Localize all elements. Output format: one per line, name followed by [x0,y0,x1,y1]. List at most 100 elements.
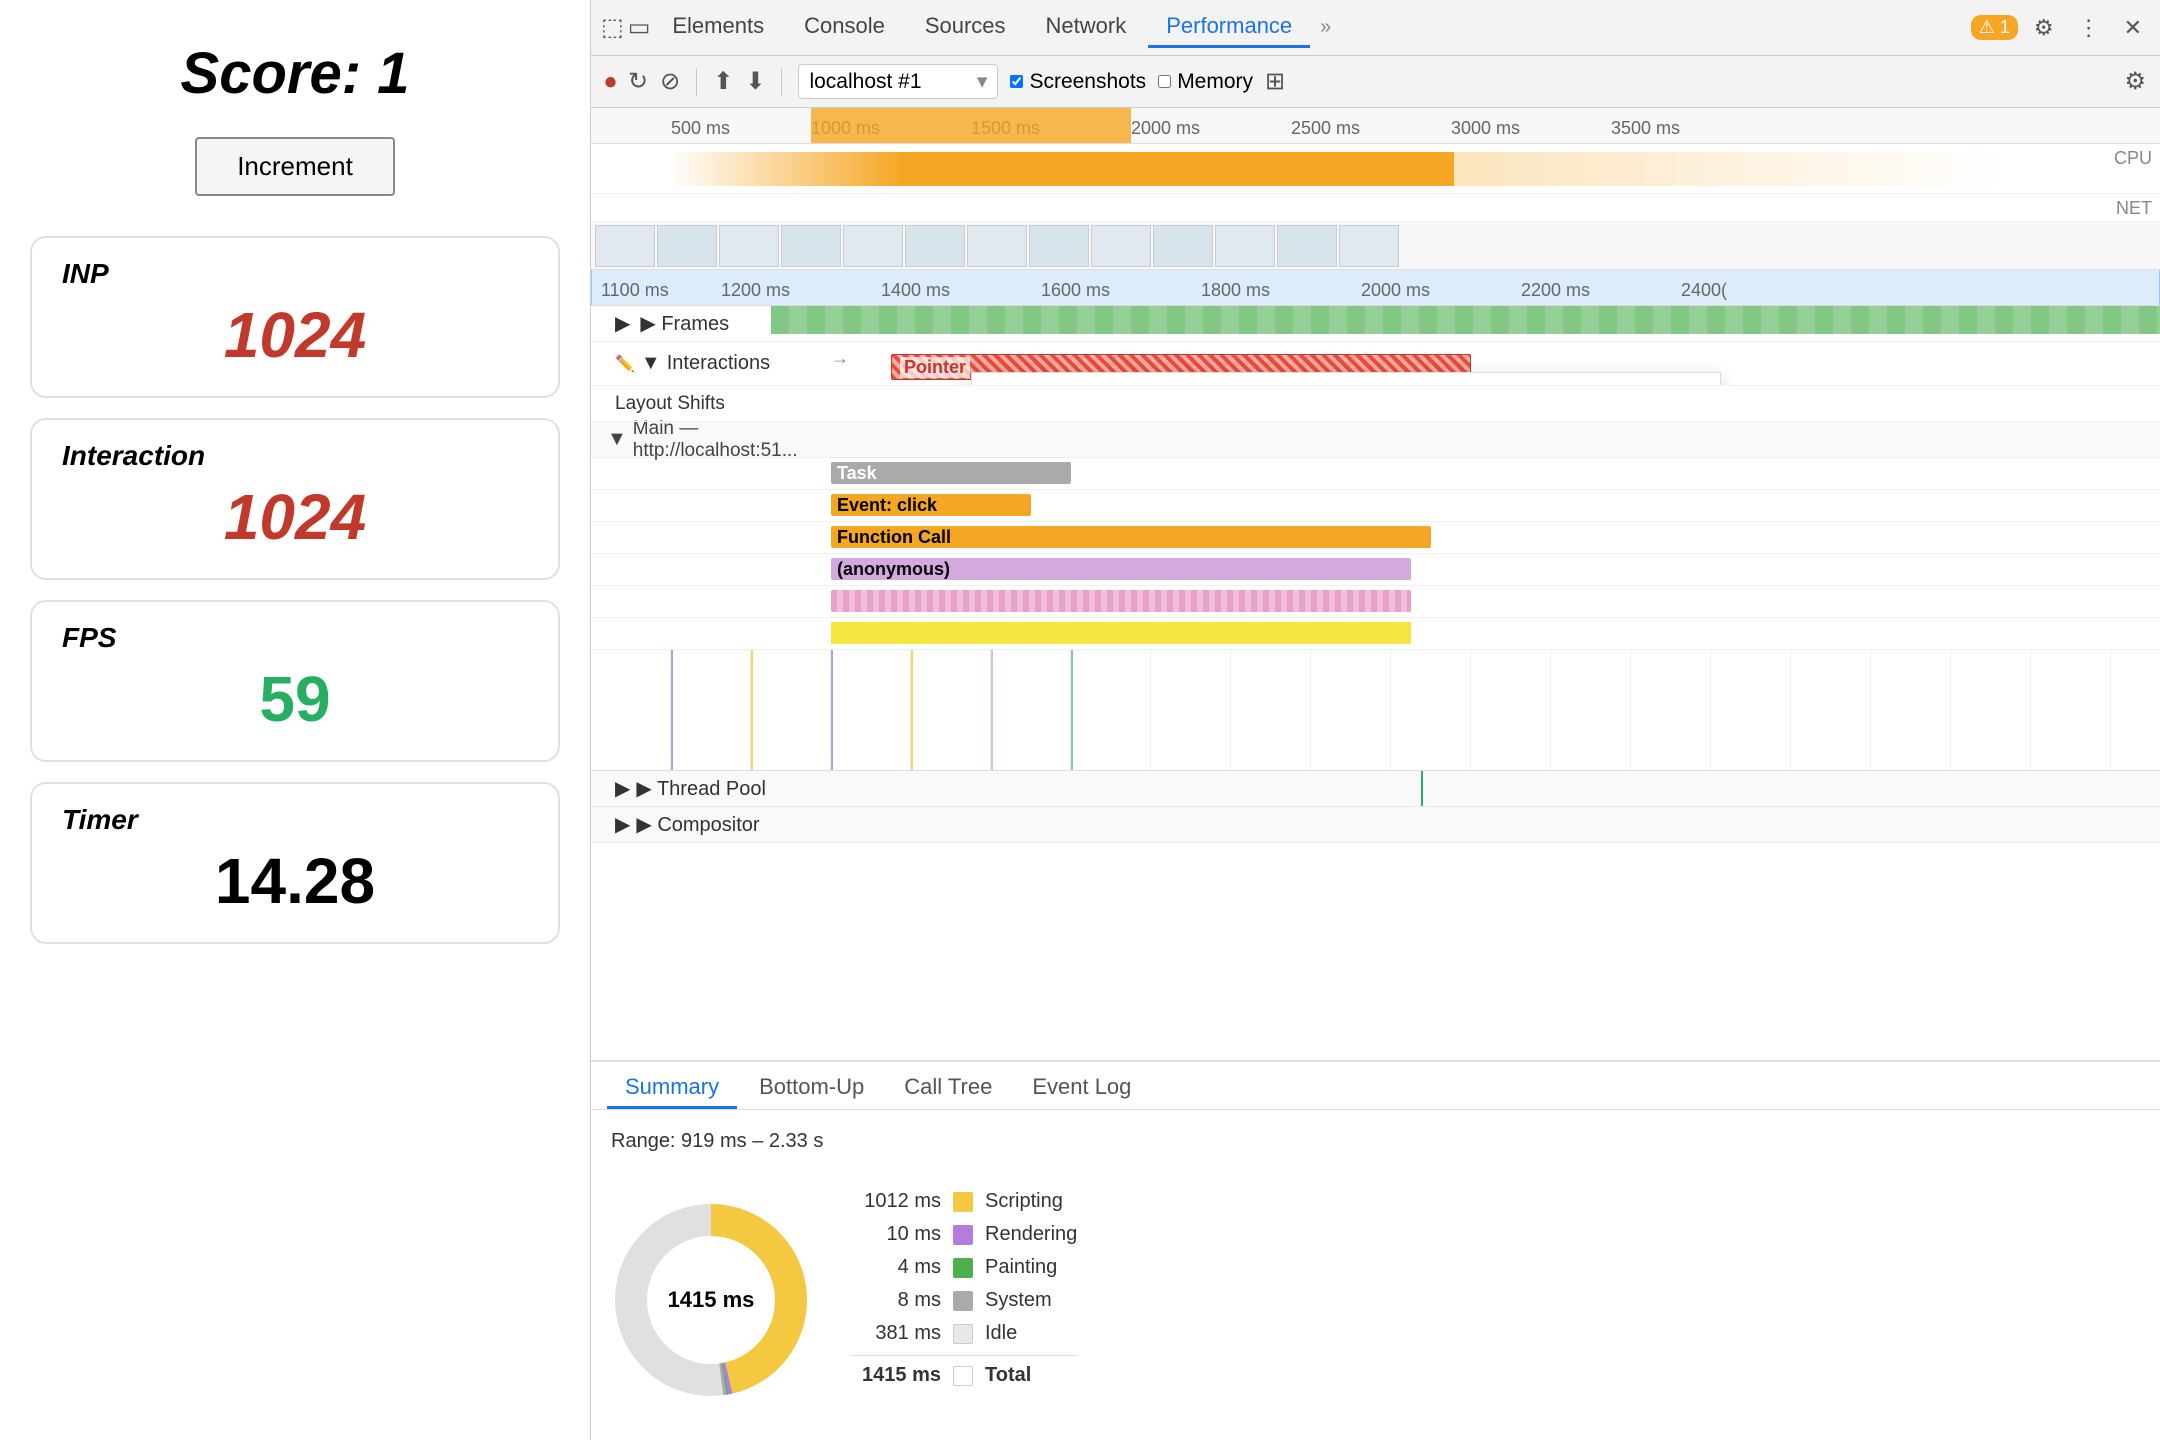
interactions-text: Interactions [667,352,770,375]
tab-elements[interactable]: Elements [654,7,782,48]
event-click-bar-label: Event: click [837,495,937,516]
summary-tabbar: Summary Bottom-Up Call Tree Event Log [591,1062,2160,1110]
separator1 [696,68,697,96]
settings-icon[interactable]: ⚙ [2026,11,2062,45]
settings-gear-icon[interactable]: ⚙ [2124,67,2146,96]
pointer-bar-label: Pointer [900,357,970,378]
close-icon[interactable]: ✕ [2116,11,2150,45]
screenshots-checkbox[interactable] [1010,75,1023,88]
screenshot-thumb[interactable] [657,225,717,267]
screenshot-thumb[interactable] [843,225,903,267]
tab-console[interactable]: Console [786,7,903,48]
function-call-bar[interactable]: Function Call [831,526,1431,548]
screenshot-thumb[interactable] [1277,225,1337,267]
net-label: NET [2116,198,2152,219]
more-tabs-icon[interactable]: » [1314,16,1337,39]
screenshots-label: Screenshots [1029,70,1146,94]
interactions-label: ✏️ ▼ Interactions [591,352,771,375]
vline-2 [751,650,753,770]
compositor-content [771,807,2160,842]
memory-checkbox-label[interactable]: Memory [1158,70,1253,94]
event-click-bar[interactable]: Event: click [831,494,1031,516]
device-icon[interactable]: ▭ [628,13,651,42]
more-options-icon[interactable]: ⋮ [2070,11,2108,45]
upload-icon[interactable]: ⬆ [713,67,733,96]
net-row: NET [591,194,2160,222]
interactions-toggle-icon[interactable]: ▼ [641,352,661,375]
track-area: ▶ ▶ Frames ✏️ ▼ Interactions → [591,306,2160,1060]
url-bar[interactable]: localhost #1 ▾ [798,64,998,99]
legend-color-system [953,1291,973,1311]
screenshot-thumb[interactable] [967,225,1027,267]
select-icon[interactable]: ⬚ [601,13,624,42]
t1200: 1200 ms [721,280,790,301]
screenshot-thumb[interactable] [1215,225,1275,267]
screenshot-thumb[interactable] [905,225,965,267]
url-dropdown-icon[interactable]: ▾ [977,69,988,94]
fps-label: FPS [62,622,116,654]
task-bar[interactable]: Task [831,462,1071,484]
legend-ms-scripting: 1012 ms [851,1190,941,1213]
function-call-track-row: Function Call [591,522,2160,554]
summary-tab-bottomup[interactable]: Bottom-Up [741,1068,882,1109]
reload-icon[interactable]: ↻ [628,67,648,96]
compositor-track-row: ▶ ▶ Compositor [591,807,2160,843]
yellow-track-row [591,618,2160,650]
t2000: 2000 ms [1361,280,1430,301]
thread-pool-toggle[interactable]: ▶ [615,776,630,801]
donut-wrapper: 1415 ms [611,1170,811,1420]
legend-row-idle: 381 ms Idle [851,1322,1077,1345]
screenshot-thumb[interactable] [1091,225,1151,267]
compositor-label: ▶ ▶ Compositor [591,812,771,837]
donut-label: 1415 ms [668,1287,755,1313]
frames-toggle-icon[interactable]: ▶ [615,311,630,336]
yellow-track-content [771,618,2160,649]
vertical-lines [591,650,2160,770]
interactions-track-content[interactable]: → Pointer 1.03 s Pointer Long interactio [771,342,2160,385]
record-icon[interactable]: ⏺ [605,69,616,95]
screenshot-thumb[interactable] [781,225,841,267]
legend-ms-system: 8 ms [851,1289,941,1312]
tab-performance[interactable]: Performance [1148,7,1310,48]
increment-button[interactable]: Increment [195,137,395,196]
legend-name-rendering: Rendering [985,1223,1077,1246]
legend-ms-idle: 381 ms [851,1322,941,1345]
clear-icon[interactable]: ⊘ [660,67,680,96]
screenshot-thumb[interactable] [1339,225,1399,267]
green-line-indicator [1421,771,1423,806]
screenshot-thumb[interactable] [1153,225,1213,267]
download-icon[interactable]: ⬇ [745,67,765,96]
interactions-pencil-icon: ✏️ [615,354,635,374]
fps-card: FPS 59 [30,600,560,762]
compositor-toggle[interactable]: ▶ [615,812,630,837]
summary-tab-summary[interactable]: Summary [607,1068,737,1109]
screenshot-thumb[interactable] [719,225,779,267]
legend-color-scripting [953,1192,973,1212]
screenshot-thumb[interactable] [1029,225,1089,267]
pink-bar [831,590,1411,612]
memory-icon[interactable]: ⊞ [1265,67,1285,96]
anonymous-track-row: (anonymous) [591,554,2160,586]
legend-color-total [953,1366,973,1386]
t1600: 1600 ms [1041,280,1110,301]
legend-row-rendering: 10 ms Rendering [851,1223,1077,1246]
tab-network[interactable]: Network [1028,7,1145,48]
legend-ms-total: 1415 ms [851,1364,941,1387]
green-vline [1071,650,1073,770]
time-2500: 2500 ms [1291,118,1360,139]
devtools-tabbar: ⬚ ▭ Elements Console Sources Network Per… [591,0,2160,56]
screenshots-checkbox-label[interactable]: Screenshots [1010,70,1146,94]
tab-sources[interactable]: Sources [907,7,1024,48]
screenshot-thumb[interactable] [595,225,655,267]
summary-tab-eventlog[interactable]: Event Log [1014,1068,1149,1109]
summary-tab-calltree[interactable]: Call Tree [886,1068,1010,1109]
anonymous-bar[interactable]: (anonymous) [831,558,1411,580]
vline-3 [831,650,833,770]
main-toggle-icon[interactable]: ▼ [607,428,627,451]
memory-checkbox[interactable] [1158,75,1171,88]
interactions-track-row: ✏️ ▼ Interactions → Pointer [591,342,2160,386]
interaction-label: Interaction [62,440,205,472]
warning-badge: ⚠ 1 [1971,15,2018,40]
legend-name-painting: Painting [985,1256,1057,1279]
layout-shifts-label: Layout Shifts [591,393,771,415]
